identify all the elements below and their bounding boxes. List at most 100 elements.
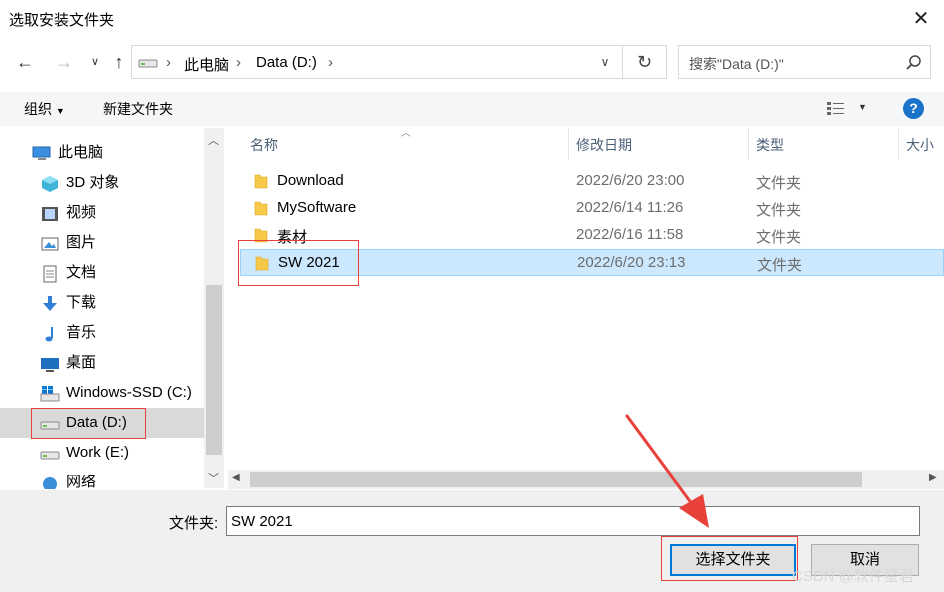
- chevron-down-icon: ∨: [600, 55, 610, 69]
- download-icon: [40, 294, 60, 312]
- file-type: 文件夹: [757, 257, 803, 274]
- nav-item-label: 桌面: [66, 354, 97, 371]
- nav-item[interactable]: 3D 对象: [40, 168, 119, 198]
- search-icon: [906, 55, 921, 70]
- organize-label: 组织: [24, 101, 52, 117]
- video-icon: [40, 204, 60, 222]
- sort-ascending-icon: ︿: [401, 128, 411, 139]
- breadcrumb-separator: ›: [166, 54, 171, 71]
- column-size[interactable]: 大小: [906, 135, 934, 155]
- annotation-box-button: [661, 536, 798, 581]
- folder-icon: [254, 201, 268, 216]
- caret-down-icon: ▼: [55, 106, 65, 116]
- file-name: MySoftware: [277, 199, 357, 216]
- breadcrumb-separator: ›: [328, 54, 333, 71]
- close-button[interactable]: ✕: [904, 4, 938, 34]
- scroll-up-icon[interactable]: ︿: [208, 132, 219, 148]
- computer-icon: [32, 144, 52, 162]
- cube-icon: [40, 174, 60, 192]
- nav-item-label: 音乐: [66, 324, 97, 341]
- annotation-arrow: [625, 414, 709, 528]
- nav-item[interactable]: Work (E:): [40, 438, 129, 468]
- nav-item-label: 此电脑: [58, 144, 104, 161]
- new-folder-button[interactable]: 新建文件夹: [103, 99, 173, 119]
- network-icon: [40, 475, 60, 489]
- column-divider[interactable]: [748, 128, 749, 160]
- back-button[interactable]: ←: [12, 49, 38, 75]
- column-divider[interactable]: [568, 128, 569, 160]
- hscrollbar-thumb[interactable]: [250, 472, 862, 487]
- scroll-right-icon[interactable]: ▶: [929, 472, 937, 483]
- breadcrumb-data-drive[interactable]: Data (D:): [256, 54, 317, 71]
- recent-locations-button[interactable]: ∨: [82, 49, 108, 75]
- arrow-left-icon: ←: [16, 52, 34, 72]
- close-icon: ✕: [912, 8, 930, 30]
- column-type[interactable]: 类型: [756, 135, 784, 155]
- annotation-box-drive: [31, 408, 146, 439]
- up-button[interactable]: ↑: [106, 49, 132, 75]
- nav-item[interactable]: 此电脑: [32, 138, 103, 168]
- document-icon: [40, 264, 60, 283]
- picture-icon: [40, 234, 60, 252]
- search-box[interactable]: 搜索"Data (D:)": [678, 45, 931, 79]
- window-title: 选取安装文件夹: [9, 12, 115, 29]
- address-dropdown-button[interactable]: ∨: [588, 45, 623, 79]
- nav-item[interactable]: 桌面: [40, 348, 96, 378]
- music-icon: [40, 324, 60, 342]
- nav-item-label: Windows-SSD (C:): [66, 384, 192, 401]
- file-name: Download: [277, 172, 344, 189]
- column-divider[interactable]: [898, 128, 899, 160]
- nav-item[interactable]: 文档: [40, 258, 96, 288]
- refresh-button[interactable]: ↻: [623, 45, 667, 79]
- file-date: 2022/6/20 23:13: [577, 254, 686, 271]
- refresh-icon: ↻: [636, 52, 653, 72]
- nav-item[interactable]: Windows-SSD (C:): [40, 378, 192, 408]
- nav-item-label: 下载: [66, 294, 97, 311]
- nav-item[interactable]: 下载: [40, 288, 96, 318]
- desktop-icon: [40, 354, 60, 372]
- title-bar: [0, 0, 944, 38]
- windows-drive-icon: [40, 384, 60, 402]
- address-bar[interactable]: › 此电脑 › Data (D:) ›: [131, 45, 623, 79]
- nav-item-label: Work (E:): [66, 444, 130, 461]
- breadcrumb-this-pc[interactable]: 此电脑: [184, 54, 229, 75]
- nav-item[interactable]: 图片: [40, 228, 96, 258]
- organize-menu[interactable]: 组织 ▼: [24, 99, 65, 119]
- file-date: 2022/6/20 23:00: [576, 172, 685, 189]
- arrow-up-icon: ↑: [114, 52, 124, 72]
- scroll-left-icon[interactable]: ◀: [232, 472, 240, 483]
- nav-item[interactable]: 视频: [40, 198, 96, 228]
- annotation-box-folder: [238, 240, 359, 286]
- folder-name-input[interactable]: [226, 506, 920, 536]
- nav-scrollbar-thumb[interactable]: [206, 285, 222, 455]
- search-placeholder: 搜索"Data (D:)": [689, 56, 784, 72]
- column-name[interactable]: 名称: [250, 135, 278, 155]
- view-options-icon[interactable]: [826, 100, 846, 116]
- file-row[interactable]: Download 2022/6/20 23:00 文件夹: [240, 168, 944, 195]
- column-date[interactable]: 修改日期: [576, 135, 632, 155]
- help-icon[interactable]: ?: [903, 98, 924, 119]
- view-dropdown-icon[interactable]: ▼: [858, 102, 867, 112]
- file-type: 文件夹: [756, 229, 802, 246]
- drive-icon: [40, 444, 60, 462]
- nav-item-label: 网络: [66, 475, 97, 489]
- nav-item-label: 文档: [66, 264, 97, 281]
- file-type: 文件夹: [756, 202, 802, 219]
- nav-item-label: 3D 对象: [66, 174, 120, 191]
- forward-button[interactable]: →: [51, 49, 77, 75]
- scroll-down-icon[interactable]: ﹀: [208, 470, 219, 486]
- file-type: 文件夹: [756, 175, 802, 192]
- file-date: 2022/6/16 11:58: [576, 226, 684, 243]
- folder-label: 文件夹:: [169, 515, 219, 532]
- file-date: 2022/6/14 11:26: [576, 199, 684, 216]
- nav-item[interactable]: 网络: [40, 475, 96, 489]
- chevron-down-icon: ∨: [90, 56, 100, 68]
- nav-item[interactable]: 音乐: [40, 318, 96, 348]
- drive-icon: [138, 59, 158, 68]
- folder-icon: [254, 174, 268, 189]
- nav-item-label: 图片: [66, 234, 97, 251]
- arrow-right-icon: →: [55, 52, 73, 72]
- watermark: CSDN @软件星君: [792, 568, 914, 585]
- file-row[interactable]: MySoftware 2022/6/14 11:26 文件夹: [240, 195, 944, 222]
- nav-item-label: 视频: [66, 204, 97, 221]
